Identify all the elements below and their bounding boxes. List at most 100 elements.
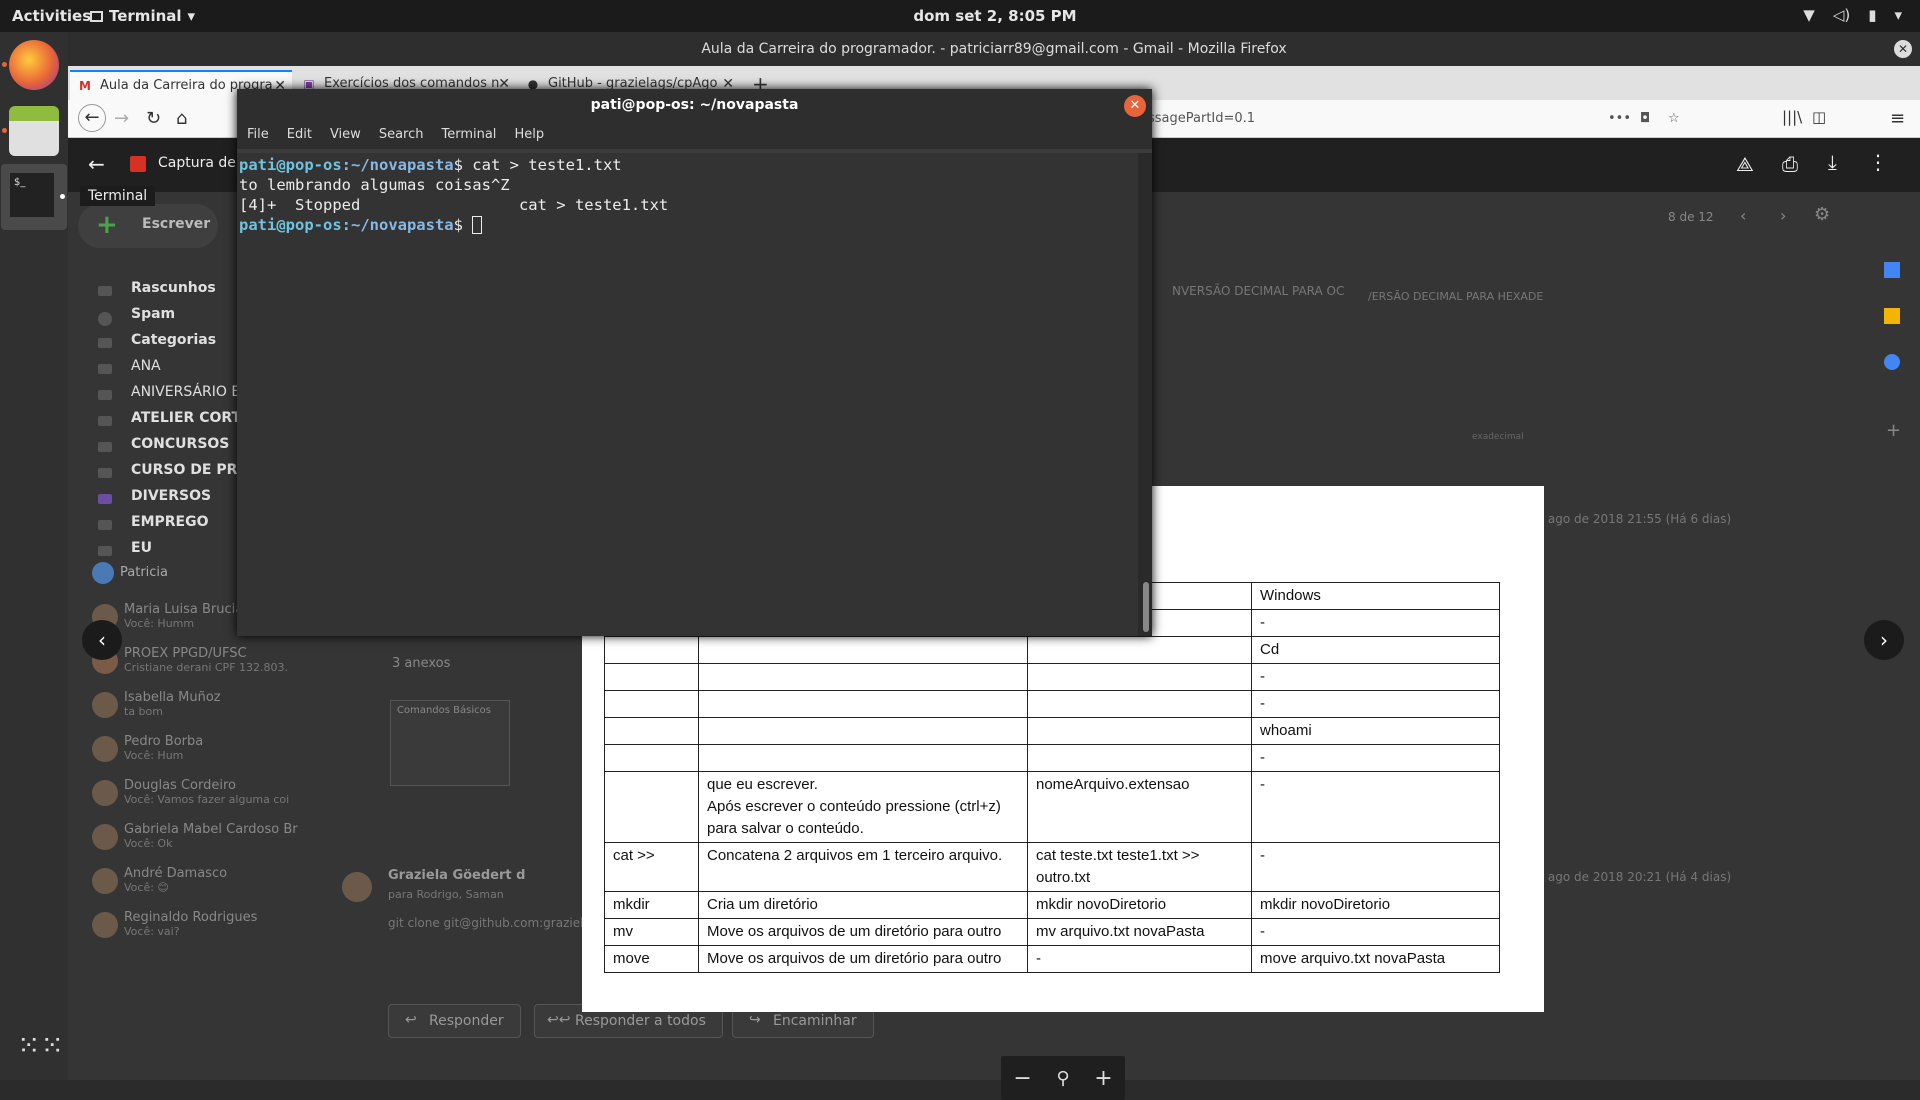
keep-icon[interactable]	[1884, 308, 1900, 324]
label-spam[interactable]: Spam	[131, 306, 175, 322]
tasks-icon[interactable]	[1884, 354, 1900, 370]
bookmark-star-icon[interactable]: ☆	[1668, 105, 1680, 133]
label-icon	[98, 520, 112, 530]
scrollbar-thumb[interactable]	[1143, 582, 1149, 632]
table-cell	[1027, 636, 1252, 664]
contact-item[interactable]: André Damasco Você: 😊	[124, 866, 227, 894]
terminal-dock-item[interactable]: $_	[1, 164, 67, 230]
system-tray[interactable]: ▼ ◁) ▮ ▾	[1803, 6, 1902, 24]
table-cell	[1027, 744, 1252, 772]
menu-help[interactable]: Help	[514, 127, 544, 143]
table-cell: move	[604, 945, 699, 973]
sidebar-icon[interactable]: ◫	[1812, 108, 1826, 126]
files-icon[interactable]	[9, 106, 59, 156]
back-arrow-icon[interactable]: ←	[88, 152, 105, 176]
menu-search[interactable]: Search	[379, 127, 424, 143]
label-curso[interactable]: CURSO DE PRO	[131, 462, 249, 478]
battery-icon: ▮	[1868, 6, 1877, 24]
table-cell	[1027, 690, 1252, 718]
hamburger-menu-icon[interactable]: ≡	[1890, 108, 1905, 129]
viewer-prev-icon[interactable]: ‹	[82, 620, 122, 660]
app-grid-icon[interactable]: ⁙⁙	[17, 1032, 64, 1060]
running-indicator	[60, 194, 65, 199]
url-bar[interactable]: ssagePartId=0.1 ••• ◘ ☆	[1148, 105, 1748, 133]
add-to-drive-icon[interactable]: ⟁	[1736, 152, 1754, 176]
table-cell: move arquivo.txt novaPasta	[1251, 945, 1500, 973]
forward-arrow-icon: ↪	[749, 1012, 761, 1028]
table-cell: Move os arquivos de um diretório para ou…	[698, 918, 1028, 946]
label-rascunhos[interactable]: Rascunhos	[131, 280, 216, 296]
contact-item[interactable]: Gabriela Mabel Cardoso Br Você: Ok	[124, 822, 298, 850]
label-icon	[98, 416, 112, 426]
avatar	[92, 562, 114, 584]
table-row: whoami	[604, 717, 1500, 745]
pagination-text: 8 de 12	[1668, 210, 1714, 224]
label-eu[interactable]: EU	[131, 540, 152, 556]
top-bar: Activities Terminal ▾ dom set 2, 8:05 PM…	[0, 0, 1920, 32]
label-emprego[interactable]: EMPREGO	[131, 514, 209, 530]
print-icon[interactable]: ⎙	[1782, 152, 1798, 176]
bg-mini-text: exadecimal	[1472, 432, 1524, 442]
terminal-output[interactable]: pati@pop-os:~/novapasta$ cat > teste1.tx…	[237, 153, 1138, 636]
label-aniversario[interactable]: ANIVERSÁRIO B	[131, 384, 241, 400]
volume-icon: ◁)	[1832, 6, 1851, 24]
settings-icon[interactable]: ⚙	[1814, 204, 1830, 225]
menu-view[interactable]: View	[330, 127, 361, 143]
compose-button[interactable]: + Escrever	[78, 204, 218, 248]
table-row: -	[604, 663, 1500, 691]
table-row: mv Move os arquivos de um diretório para …	[604, 918, 1500, 946]
terminal-scrollbar[interactable]	[1138, 153, 1152, 636]
label-atelier[interactable]: ATELIER CORTE	[131, 410, 251, 426]
contact-item[interactable]: Pedro Borba Você: Hum	[124, 734, 203, 762]
avatar	[92, 736, 118, 762]
chevron-down-icon: ▾	[1894, 6, 1902, 24]
prev-page-icon[interactable]: ‹	[1740, 206, 1746, 225]
forward-icon[interactable]: →	[114, 108, 129, 129]
url-text: ssagePartId=0.1	[1148, 111, 1256, 126]
page-actions-icon[interactable]: •••	[1608, 105, 1631, 133]
terminal-line: pati@pop-os:~/novapasta$ cat > teste1.tx…	[239, 156, 622, 174]
firefox-icon[interactable]	[9, 40, 59, 90]
table-row: Cd	[604, 636, 1500, 664]
contact-item[interactable]: Reginaldo Rodrigues Você: vai?	[124, 910, 257, 938]
table-cell: mkdir	[604, 891, 699, 919]
label-diversos[interactable]: DIVERSOS	[131, 488, 211, 504]
running-indicator	[2, 62, 7, 67]
zoom-icon[interactable]: ⚲	[1056, 1068, 1069, 1089]
pocket-icon[interactable]: ◘	[1640, 105, 1650, 133]
home-icon[interactable]: ⌂	[176, 108, 187, 129]
terminal-line: to lembrando algumas coisas^Z	[239, 176, 510, 194]
menu-terminal[interactable]: Terminal	[441, 127, 496, 143]
close-icon[interactable]: ✕	[1894, 40, 1912, 58]
label-ana[interactable]: ANA	[131, 358, 161, 374]
reply-button[interactable]: ↩ Responder	[388, 1004, 521, 1038]
attachment-thumbnail[interactable]: Comandos Básicos	[390, 700, 510, 786]
calendar-icon[interactable]	[1884, 262, 1900, 278]
terminal-titlebar[interactable]: pati@pop-os: ~/novapasta ✕	[237, 89, 1152, 121]
table-cell: -	[1027, 945, 1252, 973]
library-icon[interactable]: |||\	[1782, 108, 1802, 126]
table-cell	[698, 744, 1028, 772]
zoom-out-icon[interactable]: −	[1013, 1066, 1031, 1091]
table-row: -	[604, 744, 1500, 772]
back-icon[interactable]: ←	[78, 104, 106, 132]
more-vert-icon[interactable]: ⋮	[1868, 150, 1888, 174]
bg-heading-hex: /ERSÃO DECIMAL PARA HEXADE	[1368, 290, 1544, 303]
label-categorias[interactable]: Categorias	[131, 332, 216, 348]
zoom-in-icon[interactable]: +	[1094, 1066, 1112, 1091]
contact-item[interactable]: Douglas Cordeiro Você: Vamos fazer alguma…	[124, 778, 289, 806]
clock[interactable]: dom set 2, 8:05 PM	[0, 7, 1920, 25]
close-icon[interactable]: ✕	[1124, 95, 1146, 117]
menu-file[interactable]: File	[247, 127, 269, 143]
viewer-next-icon[interactable]: ›	[1864, 620, 1904, 660]
next-page-icon[interactable]: ›	[1780, 206, 1786, 225]
menu-edit[interactable]: Edit	[287, 127, 312, 143]
contact-item[interactable]: PROEX PPGD/UFSC Cristiane derani CPF 132.…	[124, 646, 288, 674]
download-icon[interactable]: ⤓	[1828, 150, 1837, 174]
table-cell: Windows	[1251, 582, 1500, 610]
add-app-icon[interactable]: +	[1886, 420, 1901, 441]
reload-icon[interactable]: ↻	[146, 108, 161, 129]
label-concursos[interactable]: CONCURSOS	[131, 436, 229, 452]
avatar	[342, 872, 372, 902]
contact-item[interactable]: Isabella Muñoz ta bom	[124, 690, 221, 718]
